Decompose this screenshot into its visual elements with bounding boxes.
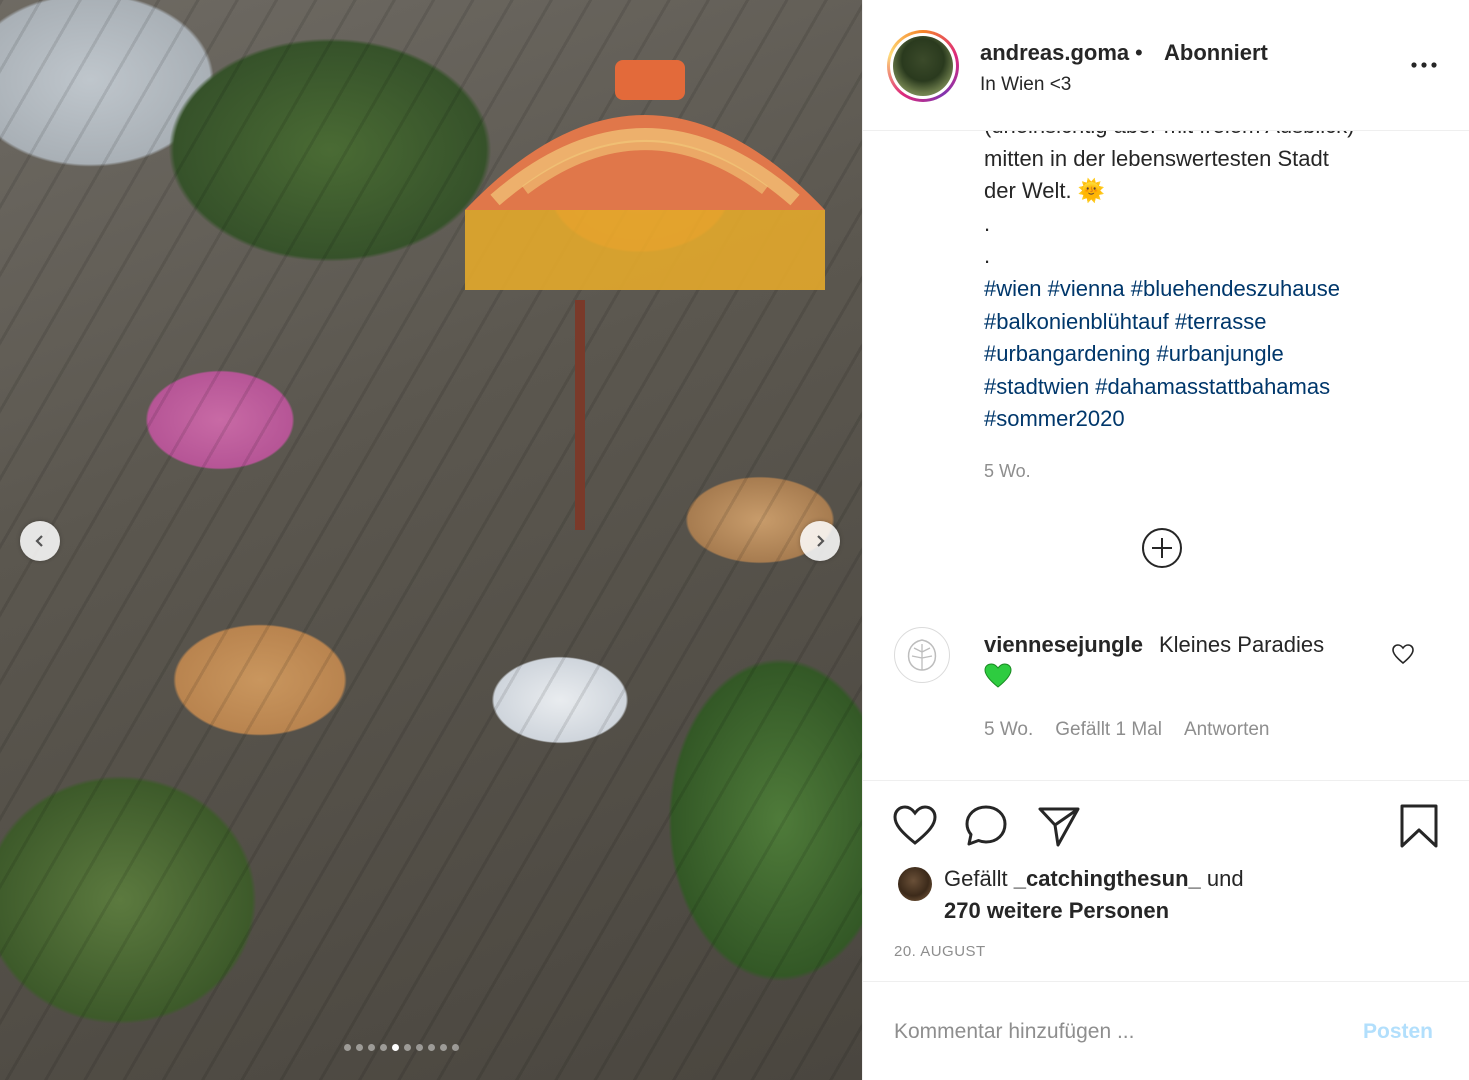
more-options-button[interactable] bbox=[1409, 50, 1439, 80]
chevron-right-icon bbox=[817, 535, 825, 547]
caption-line: der Welt. 🌞 bbox=[984, 178, 1106, 203]
green-heart-emoji bbox=[984, 663, 1012, 695]
likes-summary: Gefällt _catchingthesun_ und bbox=[944, 866, 1244, 892]
avatar[interactable] bbox=[893, 36, 953, 96]
comment-time[interactable]: 5 Wo. bbox=[984, 719, 1033, 741]
hashtag-list: #wien #vienna #bluehendeszuhause #balkon… bbox=[984, 273, 1454, 436]
carousel-dot bbox=[404, 1044, 411, 1051]
chevron-left-icon bbox=[35, 535, 43, 547]
reply-button[interactable]: Antworten bbox=[1184, 719, 1270, 741]
post-photo[interactable] bbox=[0, 0, 862, 1080]
caption-dot: . bbox=[984, 210, 991, 236]
green-heart-icon bbox=[984, 663, 1012, 688]
plus-circle-icon[interactable] bbox=[1141, 527, 1183, 569]
carousel-dot bbox=[440, 1044, 447, 1051]
bookmark-icon[interactable] bbox=[1396, 803, 1442, 849]
more-horizontal-icon bbox=[1411, 62, 1437, 68]
comment-text: Kleines Paradies bbox=[1159, 632, 1325, 657]
commenter-username[interactable]: viennesejungle bbox=[984, 632, 1143, 658]
paper-plane-icon[interactable] bbox=[1036, 803, 1082, 849]
commenter-avatar[interactable] bbox=[894, 627, 950, 683]
comment-likes[interactable]: Gefällt 1 Mal bbox=[1055, 719, 1162, 741]
hashtag-line[interactable]: #wien #vienna #bluehendeszuhause bbox=[984, 273, 1454, 306]
parasol-illustration bbox=[465, 60, 825, 290]
header-separator: • bbox=[1135, 40, 1143, 65]
author-username[interactable]: andreas.goma bbox=[980, 40, 1129, 66]
post-comment-button[interactable]: Posten bbox=[1363, 1020, 1433, 1044]
hashtag-line[interactable]: #sommer2020 bbox=[984, 403, 1454, 436]
post-location[interactable]: In Wien <3 bbox=[980, 74, 1071, 96]
carousel-dot bbox=[368, 1044, 375, 1051]
carousel-dots bbox=[344, 1044, 459, 1051]
comment-form: Posten bbox=[863, 981, 1469, 1080]
post-date[interactable]: 20. AUGUST bbox=[894, 943, 986, 960]
carousel-dot bbox=[344, 1044, 351, 1051]
hashtag-line[interactable]: #urbangardening #urbanjungle bbox=[984, 338, 1454, 371]
comment-input[interactable] bbox=[894, 1017, 1314, 1047]
likes-prefix: Gefällt bbox=[944, 866, 1008, 891]
story-ring[interactable] bbox=[887, 30, 959, 102]
hashtag-line[interactable]: #stadtwien #dahamasstattbahamas bbox=[984, 371, 1454, 404]
post-sidebar: (uneinsichtig aber mit freiem Ausblick) … bbox=[862, 0, 1469, 1080]
post-caption: (uneinsichtig aber mit freiem Ausblick) … bbox=[984, 110, 1444, 273]
carousel-dot bbox=[452, 1044, 459, 1051]
comment-meta: 5 Wo. Gefällt 1 Mal Antworten bbox=[984, 719, 1269, 741]
follow-status-button[interactable]: Abonniert bbox=[1164, 40, 1268, 66]
post-actions: Gefällt _catchingthesun_ und 270 weitere… bbox=[863, 780, 1469, 980]
heart-icon[interactable] bbox=[892, 803, 938, 849]
caption-dot: . bbox=[984, 243, 991, 268]
carousel-prev-button[interactable] bbox=[20, 521, 60, 561]
comment-heart-icon[interactable] bbox=[1391, 642, 1415, 666]
hashtag-line[interactable]: #balkonienblühtauf #terrasse bbox=[984, 306, 1454, 339]
likes-conjunction: und bbox=[1206, 866, 1244, 891]
post-header: andreas.goma • Abonniert In Wien <3 bbox=[863, 0, 1469, 131]
caption-time[interactable]: 5 Wo. bbox=[984, 461, 1031, 482]
carousel-dot bbox=[416, 1044, 423, 1051]
monstera-leaf-icon bbox=[907, 639, 937, 671]
caption-line: mitten in der lebenswertesten Stadt bbox=[984, 145, 1329, 171]
liker-username[interactable]: _catchingthesun_ bbox=[1014, 866, 1201, 891]
carousel-dot bbox=[392, 1044, 399, 1051]
carousel-dot bbox=[380, 1044, 387, 1051]
carousel-next-button[interactable] bbox=[800, 521, 840, 561]
carousel-dot bbox=[356, 1044, 363, 1051]
carousel-dot bbox=[428, 1044, 435, 1051]
liker-avatar[interactable] bbox=[898, 867, 932, 901]
likes-others-link[interactable]: 270 weitere Personen bbox=[944, 898, 1169, 924]
parasol-pole bbox=[575, 300, 585, 530]
comment-bubble-icon[interactable] bbox=[963, 803, 1009, 849]
